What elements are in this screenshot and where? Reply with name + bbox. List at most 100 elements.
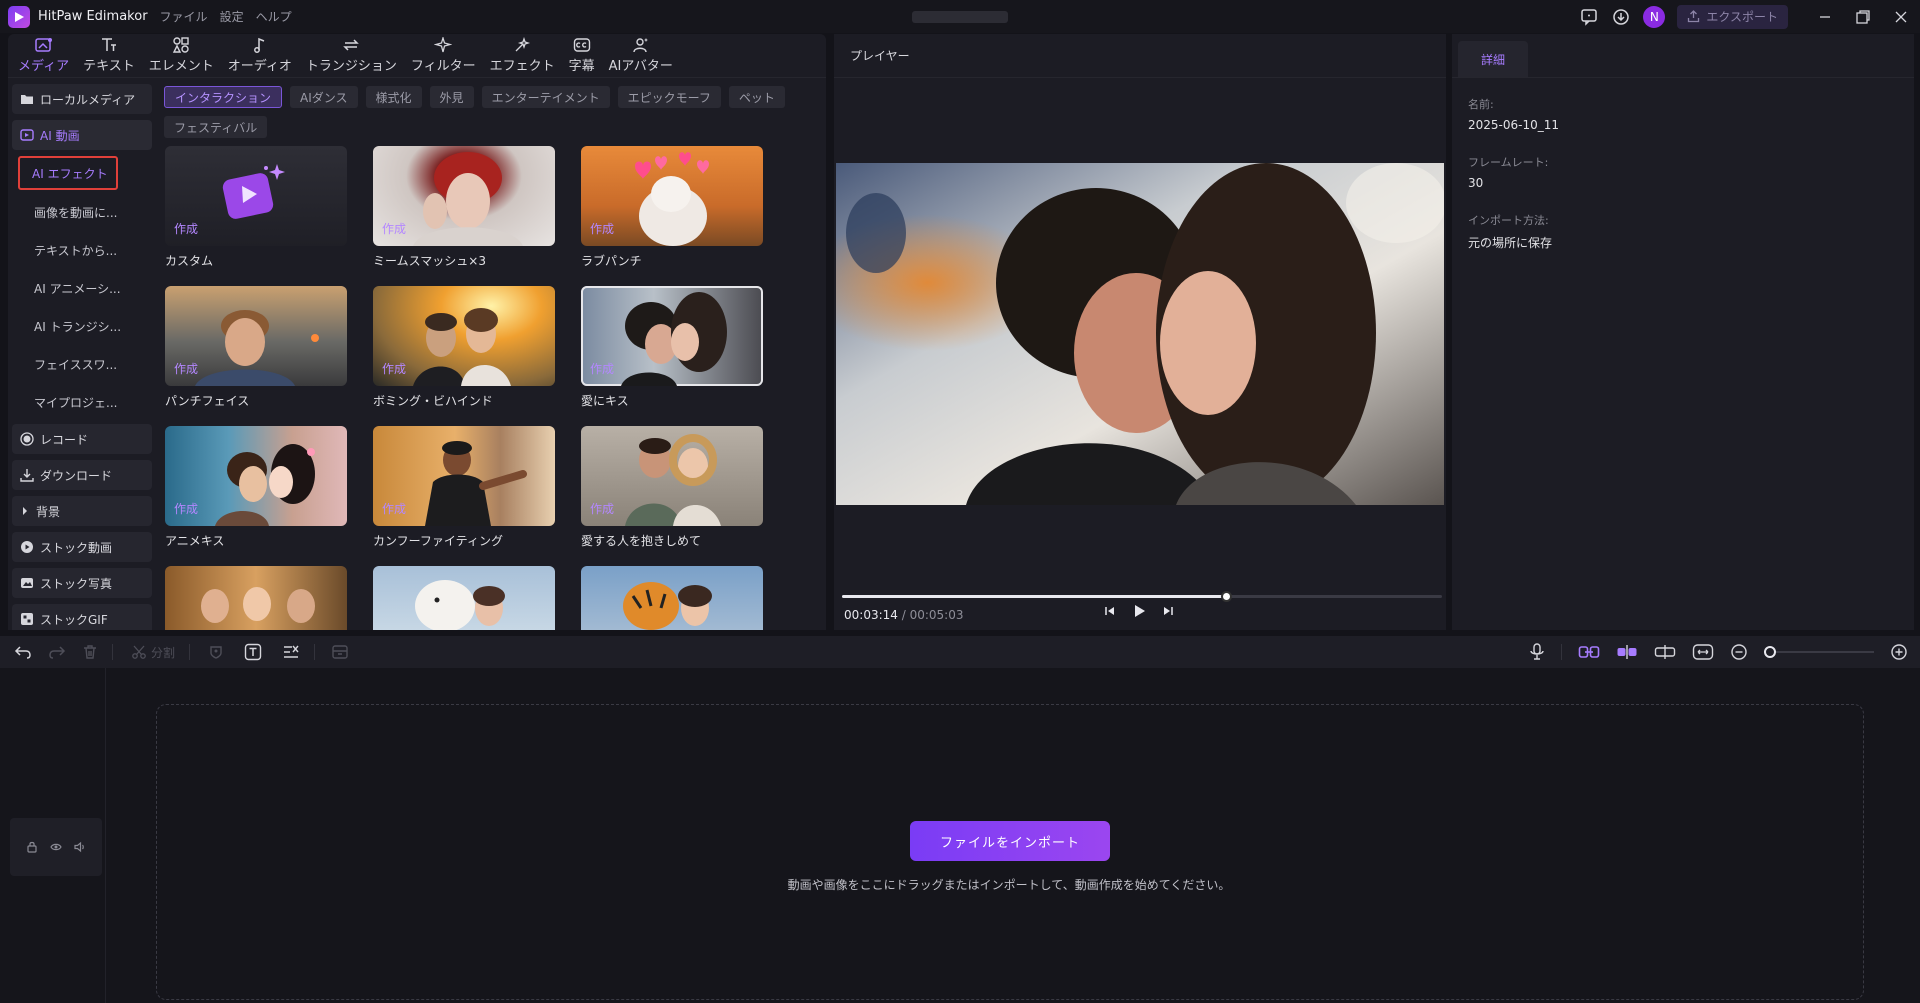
sidebar-sub-text-to-video[interactable]: テキストから... — [12, 234, 152, 266]
sidebar-item-stock-gif[interactable]: ストックGIF — [12, 604, 152, 630]
chip-appearance[interactable]: 外見 — [429, 86, 474, 108]
effect-card-anime-kiss[interactable]: 作成 アニメキス — [165, 426, 347, 549]
sidebar-sub-ai-animation[interactable]: AI アニメーシ... — [12, 272, 152, 304]
make-link[interactable]: 作成 — [382, 360, 406, 377]
effect-thumbnail: 作成 — [373, 286, 555, 386]
mask-icon[interactable] — [208, 641, 224, 663]
make-link[interactable]: 作成 — [382, 220, 406, 237]
speaker-icon[interactable] — [74, 841, 86, 853]
feedback-icon[interactable] — [1578, 6, 1600, 28]
zoom-out-icon[interactable] — [1730, 643, 1748, 661]
make-link[interactable]: 作成 — [174, 500, 198, 517]
delete-icon[interactable] — [82, 641, 98, 663]
split-track-icon[interactable] — [1654, 644, 1676, 660]
effect-card-meme-smash[interactable]: 作成 ミームスマッシュ×3 — [373, 146, 555, 269]
sidebar-item-stock-video[interactable]: ストック動画 — [12, 532, 152, 562]
sidebar-sub-ai-transition[interactable]: AI トランジシ... — [12, 310, 152, 342]
link-clips-icon[interactable] — [1578, 644, 1600, 660]
zoom-in-icon[interactable] — [1890, 643, 1908, 661]
text-tool-icon[interactable] — [244, 641, 262, 663]
effect-card-partial[interactable] — [165, 566, 347, 630]
chip-stylize[interactable]: 様式化 — [365, 86, 422, 108]
make-link[interactable]: 作成 — [174, 360, 198, 377]
sidebar-item-local-media[interactable]: ローカルメディア — [12, 84, 152, 114]
tab-transition[interactable]: トランジション — [306, 37, 397, 77]
effect-card-partial[interactable] — [581, 566, 763, 630]
effect-card-bombing-behind[interactable]: 作成 ボミング・ビハインド — [373, 286, 555, 409]
user-avatar[interactable]: N — [1643, 5, 1666, 28]
eye-icon[interactable] — [50, 841, 62, 853]
chip-interaction[interactable]: インタラクション — [164, 86, 283, 108]
redo-icon[interactable] — [48, 641, 66, 663]
make-link[interactable]: 作成 — [174, 220, 198, 237]
chip-pet[interactable]: ペット — [728, 86, 785, 108]
ai-cut-icon[interactable] — [282, 641, 300, 663]
tab-details[interactable]: 詳細 — [1458, 41, 1528, 77]
track-header — [10, 818, 102, 876]
effect-card-custom[interactable]: 作成 カスタム — [165, 146, 347, 269]
menu-settings[interactable]: 設定 — [220, 8, 244, 25]
sidebar-item-ai-video[interactable]: AI 動画 — [12, 120, 152, 150]
effect-thumbnail: 作成 — [581, 146, 763, 246]
magnet-snap-icon[interactable] — [1616, 644, 1638, 660]
import-file-button[interactable]: ファイルをインポート — [910, 821, 1110, 861]
tab-filter[interactable]: フィルター — [411, 37, 476, 77]
lock-icon[interactable] — [26, 841, 38, 853]
undo-icon[interactable] — [14, 641, 32, 663]
split-button[interactable]: 分割 — [131, 641, 175, 663]
effect-card-kung-fu[interactable]: 作成 カンフーファイティング — [373, 426, 555, 549]
sidebar-item-label: AI 動画 — [40, 128, 80, 143]
microphone-icon[interactable] — [1529, 643, 1545, 661]
playback-progress-bar[interactable] — [842, 591, 1442, 602]
make-link[interactable]: 作成 — [590, 220, 614, 237]
sidebar-item-download[interactable]: ダウンロード — [12, 460, 152, 490]
previous-frame-icon[interactable] — [1104, 605, 1116, 617]
tab-element[interactable]: エレメント — [149, 37, 214, 77]
sidebar-sub-image-to-video[interactable]: 画像を動画に... — [12, 196, 152, 228]
fit-timeline-icon[interactable] — [1692, 643, 1714, 661]
sidebar-item-record[interactable]: レコード — [12, 424, 152, 454]
progress-handle[interactable] — [1221, 591, 1232, 602]
archive-icon[interactable] — [331, 641, 349, 663]
sidebar-sub-ai-effect[interactable]: AI エフェクト — [18, 156, 118, 190]
play-icon[interactable] — [1132, 604, 1146, 618]
tab-filter-label: フィルター — [410, 59, 476, 74]
tab-text[interactable]: テキスト — [83, 37, 135, 77]
effect-thumbnail — [373, 566, 555, 630]
tab-effect[interactable]: エフェクト — [490, 37, 555, 77]
zoom-slider[interactable] — [1764, 646, 1874, 658]
effect-card-love-punch[interactable]: 作成 ラブパンチ — [581, 146, 763, 269]
tab-media[interactable]: メディア — [18, 37, 69, 77]
sidebar-sub-my-project[interactable]: マイプロジェ... — [12, 386, 152, 418]
tab-ai-avatar[interactable]: AIアバター — [609, 37, 673, 77]
tab-subtitle[interactable]: 字幕 — [569, 37, 595, 77]
export-button[interactable]: エクスポート — [1677, 4, 1788, 29]
make-link[interactable]: 作成 — [382, 500, 406, 517]
make-link[interactable]: 作成 — [590, 500, 614, 517]
chip-entertainment[interactable]: エンターテイメント — [481, 86, 610, 108]
menu-file[interactable]: ファイル — [160, 8, 208, 25]
tab-text-label: テキスト — [83, 59, 135, 74]
close-icon[interactable] — [1882, 0, 1920, 33]
make-link[interactable]: 作成 — [590, 360, 614, 377]
effect-title: カスタム — [165, 254, 214, 268]
download-icon[interactable] — [1610, 6, 1632, 28]
sidebar-item-stock-photo[interactable]: ストック写真 — [12, 568, 152, 598]
minimize-icon[interactable] — [1806, 0, 1844, 33]
chip-epic-morph[interactable]: エピックモーフ — [617, 86, 721, 108]
menu-help[interactable]: ヘルプ — [256, 8, 292, 25]
chip-ai-dance[interactable]: AIダンス — [290, 86, 358, 108]
chip-festival[interactable]: フェスティバル — [164, 116, 268, 138]
zoom-slider-handle[interactable] — [1764, 646, 1776, 658]
effect-card-punch-face[interactable]: 作成 パンチフェイス — [165, 286, 347, 409]
export-icon — [1688, 10, 1700, 23]
restore-icon[interactable] — [1844, 0, 1882, 33]
effect-card-hug[interactable]: 作成 愛する人を抱きしめて — [581, 426, 763, 549]
next-frame-icon[interactable] — [1162, 605, 1174, 617]
sidebar-item-background[interactable]: 背景 — [12, 496, 152, 526]
video-preview[interactable] — [836, 163, 1444, 505]
tab-audio[interactable]: オーディオ — [228, 37, 292, 77]
effect-card-partial[interactable] — [373, 566, 555, 630]
effect-card-kiss-love[interactable]: 作成 愛にキス — [581, 286, 763, 409]
sidebar-sub-face-swap[interactable]: フェイススワ... — [12, 348, 152, 380]
